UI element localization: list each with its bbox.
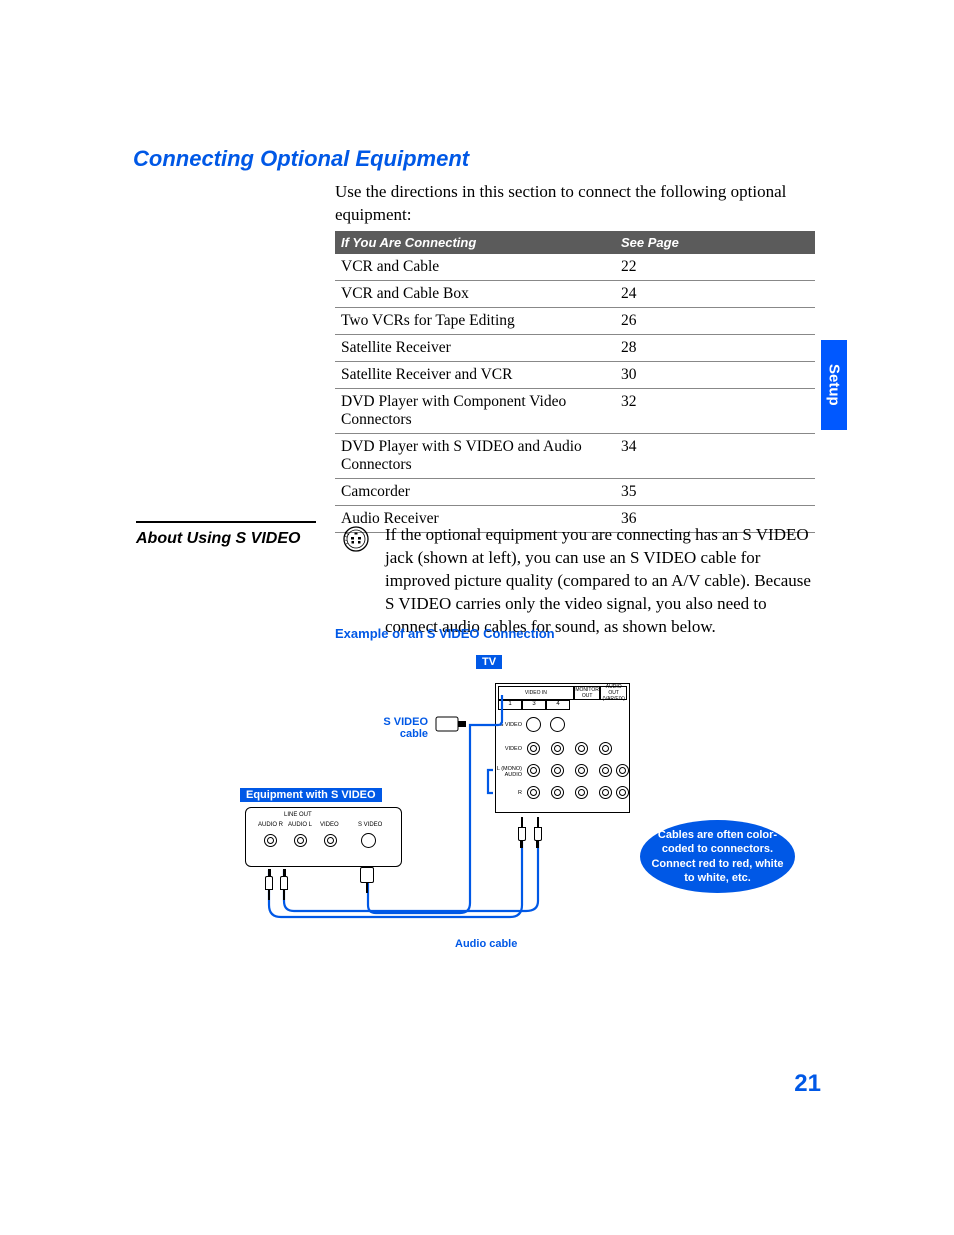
table-cell-page: 28 bbox=[615, 335, 815, 362]
table-header-row: If You Are Connecting See Page bbox=[335, 231, 815, 254]
connection-diagram: TV S VIDEO cable Equipment with S VIDEO … bbox=[240, 655, 820, 965]
r-row-label: R bbox=[510, 790, 522, 796]
table-cell-item: Satellite Receiver and VCR bbox=[335, 362, 615, 389]
svideo-row-label: S VIDEO bbox=[494, 722, 522, 728]
page-title: Connecting Optional Equipment bbox=[133, 146, 469, 172]
page-number: 21 bbox=[794, 1070, 821, 1098]
table-cell-item: Two VCRs for Tape Editing bbox=[335, 308, 615, 335]
svideo-cable-label: S VIDEO cable bbox=[373, 717, 428, 740]
table-cell-item: DVD Player with S VIDEO and Audio Connec… bbox=[335, 434, 615, 479]
table-cell-item: Camcorder bbox=[335, 479, 615, 506]
table-cell-page: 34 bbox=[615, 434, 815, 479]
audio-plug-tv-r bbox=[534, 820, 542, 848]
table-row: Satellite Receiver and VCR30 bbox=[335, 362, 815, 389]
equipment-panel: LINE OUT AUDIO R AUDIO L VIDEO S VIDEO bbox=[245, 807, 402, 867]
col-4: 4 bbox=[546, 700, 570, 710]
about-heading: About Using S VIDEO bbox=[136, 521, 316, 549]
table-cell-page: 26 bbox=[615, 308, 815, 335]
svideo-label: S VIDEO bbox=[358, 822, 382, 828]
audio-plug-r bbox=[265, 869, 273, 897]
table-row: VCR and Cable22 bbox=[335, 254, 815, 281]
example-caption: Example of an S VIDEO Connection bbox=[335, 626, 555, 641]
table-header-item: If You Are Connecting bbox=[335, 231, 615, 254]
table-cell-page: 30 bbox=[615, 362, 815, 389]
col-3: 3 bbox=[522, 700, 546, 710]
videoin-label: VIDEO IN bbox=[498, 686, 574, 700]
table-cell-page: 24 bbox=[615, 281, 815, 308]
svideo-plug bbox=[360, 867, 374, 895]
connection-table: If You Are Connecting See Page VCR and C… bbox=[335, 231, 815, 533]
table-cell-item: VCR and Cable bbox=[335, 254, 615, 281]
table-cell-item: VCR and Cable Box bbox=[335, 281, 615, 308]
audio-cable-label: Audio cable bbox=[455, 938, 517, 950]
table-cell-item: Satellite Receiver bbox=[335, 335, 615, 362]
table-header-page: See Page bbox=[615, 231, 815, 254]
color-code-callout: Cables are often color-coded to connecto… bbox=[640, 820, 795, 893]
equipment-label: Equipment with S VIDEO bbox=[240, 788, 382, 802]
intro-paragraph: Use the directions in this section to co… bbox=[335, 181, 805, 227]
about-paragraph: If the optional equipment you are connec… bbox=[385, 524, 817, 639]
monitorout-label: MONITOR OUT bbox=[574, 686, 601, 700]
audioout-label: AUDIO OUT (VAR/FIX) bbox=[600, 686, 627, 700]
video-label: VIDEO bbox=[320, 822, 339, 828]
table-cell-page: 22 bbox=[615, 254, 815, 281]
tv-rear-panel: VIDEO IN MONITOR OUT AUDIO OUT (VAR/FIX)… bbox=[495, 683, 630, 813]
table-row: Two VCRs for Tape Editing26 bbox=[335, 308, 815, 335]
audiol-label: AUDIO L bbox=[288, 822, 312, 828]
audio-plug-tv-l bbox=[518, 820, 526, 848]
table-row: VCR and Cable Box24 bbox=[335, 281, 815, 308]
section-tab: Setup bbox=[821, 340, 847, 430]
video-row-label: VIDEO bbox=[498, 746, 522, 752]
col-1: 1 bbox=[498, 700, 522, 710]
lineout-label: LINE OUT bbox=[284, 812, 312, 818]
table-cell-page: 32 bbox=[615, 389, 815, 434]
table-row: DVD Player with S VIDEO and Audio Connec… bbox=[335, 434, 815, 479]
audior-label: AUDIO R bbox=[258, 822, 283, 828]
tv-label: TV bbox=[476, 655, 502, 669]
table-row: Camcorder35 bbox=[335, 479, 815, 506]
lmono-row-label: L (MONO) AUDIO bbox=[494, 766, 522, 778]
table-row: DVD Player with Component Video Connecto… bbox=[335, 389, 815, 434]
table-row: Satellite Receiver28 bbox=[335, 335, 815, 362]
audio-plug-l bbox=[280, 869, 288, 897]
table-cell-page: 35 bbox=[615, 479, 815, 506]
svideo-jack-icon bbox=[343, 526, 369, 552]
table-cell-item: DVD Player with Component Video Connecto… bbox=[335, 389, 615, 434]
